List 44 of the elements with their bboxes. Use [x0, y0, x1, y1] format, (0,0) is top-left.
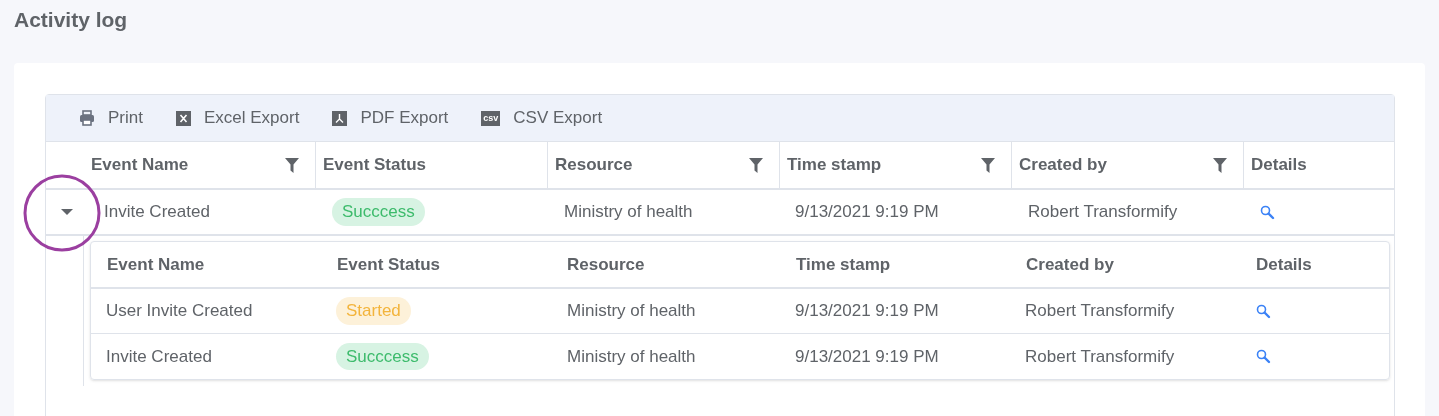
status-badge: Succcess	[332, 198, 425, 226]
column-header: Event Name	[106, 253, 206, 276]
status-badge: Succcess	[336, 342, 429, 371]
toolbar-button[interactable]: Excel Export	[175, 105, 300, 131]
table-cell-text: Invite Created	[103, 201, 211, 224]
table-cell-text: User Invite Created	[105, 300, 254, 323]
column-header: Resource	[566, 253, 646, 276]
column-header: Details	[1251, 154, 1307, 177]
filter-icon[interactable]	[749, 157, 763, 173]
filter-icon[interactable]	[1213, 157, 1227, 173]
table-cell-text: Robert Transformify	[1027, 201, 1179, 224]
column-header: Details	[1255, 253, 1313, 276]
column-header: Created by	[1019, 154, 1107, 177]
column-header: Event Status	[336, 253, 441, 276]
filter-icon[interactable]	[981, 157, 995, 173]
column-header: Resource	[555, 154, 633, 177]
column-header: Event Status	[323, 154, 426, 177]
table-cell-text: Ministry of health	[563, 201, 694, 224]
toolbar-button[interactable]: PDF Export	[332, 105, 449, 131]
excel-file-icon	[175, 110, 191, 126]
table-cell-text: Robert Transformify	[1024, 345, 1176, 368]
column-header: Event Name	[91, 154, 189, 177]
column-header: Created by	[1025, 253, 1115, 276]
column-header: Time stamp	[787, 154, 882, 177]
printer-icon	[79, 110, 95, 126]
csv-file-icon: csv	[481, 110, 501, 126]
column-header: Time stamp	[795, 253, 892, 276]
toolbar-button[interactable]: Print	[79, 105, 143, 131]
status-badge: Started	[336, 297, 411, 325]
caret-down-icon[interactable]	[61, 208, 73, 216]
table-cell-text: Ministry of health	[566, 345, 697, 368]
table-cell-text: Robert Transformify	[1024, 300, 1176, 323]
page-title: Activity log	[14, 7, 129, 33]
pdf-file-icon	[332, 110, 348, 126]
search-icon[interactable]	[1256, 349, 1271, 364]
toolbar-button[interactable]: csv CSV Export	[481, 105, 603, 131]
table-cell-text: Invite Created	[105, 345, 213, 368]
table-cell-text: Ministry of health	[566, 300, 697, 323]
search-icon[interactable]	[1256, 303, 1271, 319]
table-cell-text: 9/13/2021 9:19 PM	[794, 201, 940, 224]
table-cell-text: 9/13/2021 9:19 PM	[794, 345, 940, 368]
filter-icon[interactable]	[285, 157, 299, 173]
search-icon[interactable]	[1260, 204, 1275, 220]
table-cell-text: 9/13/2021 9:19 PM	[794, 300, 940, 323]
